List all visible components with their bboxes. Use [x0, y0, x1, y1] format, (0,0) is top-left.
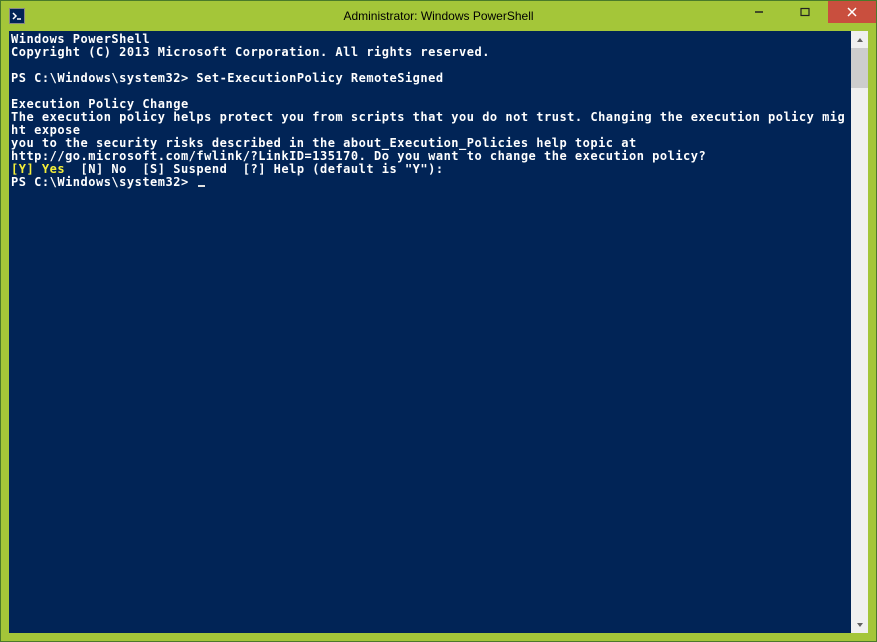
window-controls	[736, 1, 876, 23]
command-text: Set-ExecutionPolicy RemoteSigned	[189, 71, 444, 85]
scroll-down-button[interactable]	[851, 616, 868, 633]
client-area: Windows PowerShell Copyright (C) 2013 Mi…	[9, 31, 868, 633]
close-button[interactable]	[828, 1, 876, 23]
titlebar[interactable]: Administrator: Windows PowerShell	[1, 1, 876, 31]
prompt: PS C:\Windows\system32>	[11, 175, 189, 189]
powershell-icon	[9, 8, 25, 24]
terminal-heading: Execution Policy Change	[11, 97, 189, 111]
terminal-line: Windows PowerShell	[11, 32, 150, 46]
scrollbar-track[interactable]	[851, 48, 868, 616]
window-title: Administrator: Windows PowerShell	[343, 9, 533, 23]
minimize-button[interactable]	[736, 1, 782, 23]
terminal-output[interactable]: Windows PowerShell Copyright (C) 2013 Mi…	[9, 31, 851, 633]
options-rest: [N] No [S] Suspend [?] Help (default is …	[65, 162, 444, 176]
terminal-body: you to the security risks described in t…	[11, 136, 637, 150]
terminal-body: http://go.microsoft.com/fwlink/?LinkID=1…	[11, 149, 706, 163]
powershell-window: Administrator: Windows PowerShell Window…	[0, 0, 877, 642]
scroll-up-button[interactable]	[851, 31, 868, 48]
terminal-body: The execution policy helps protect you f…	[11, 110, 845, 137]
prompt: PS C:\Windows\system32>	[11, 71, 189, 85]
vertical-scrollbar[interactable]	[851, 31, 868, 633]
maximize-button[interactable]	[782, 1, 828, 23]
scrollbar-thumb[interactable]	[851, 48, 868, 88]
window-chrome: Windows PowerShell Copyright (C) 2013 Mi…	[1, 31, 876, 641]
terminal-line: Copyright (C) 2013 Microsoft Corporation…	[11, 45, 490, 59]
option-yes: [Y] Yes	[11, 162, 65, 176]
cursor	[198, 185, 205, 187]
